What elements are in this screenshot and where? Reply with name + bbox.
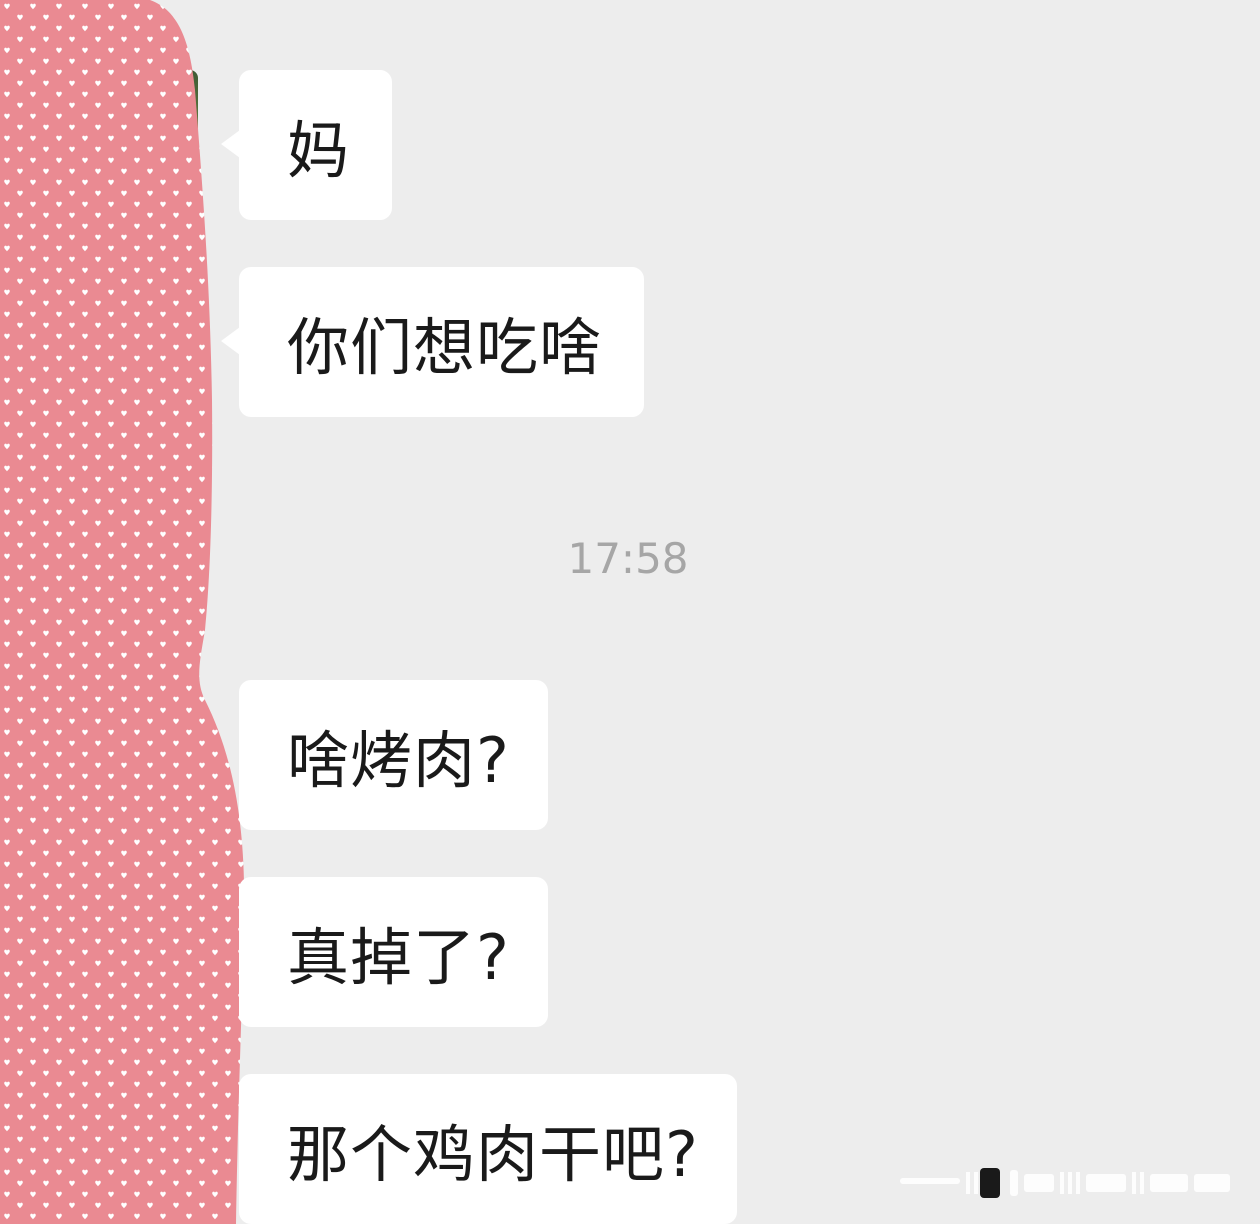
message-bubble[interactable]: 那个鸡肉干吧? [239, 1074, 737, 1224]
message-text: 啥烤肉? [287, 724, 510, 797]
message-text: 真掉了? [287, 921, 510, 994]
message-bubble[interactable]: 你们想吃啥 [221, 267, 644, 417]
message-timestamp: 17:58 [0, 534, 1260, 583]
message-text: 那个鸡肉干吧? [287, 1118, 699, 1191]
timestamp-text: 17:58 [567, 534, 689, 583]
chat-area: 妈 你们想吃啥 17:58 啥烤肉? 真掉了? 那个鸡肉干吧? [0, 0, 1260, 1224]
message-text: 妈 [287, 114, 351, 187]
privacy-mask [0, 0, 245, 1224]
bubble-tail [221, 130, 240, 158]
message-bubble[interactable]: 真掉了? [239, 877, 548, 1027]
message-bubble[interactable]: 啥烤肉? [239, 680, 548, 830]
bubble-tail [221, 327, 240, 355]
watermark-graphic [900, 1168, 1230, 1198]
message-text: 你们想吃啥 [287, 311, 603, 384]
message-bubble[interactable]: 妈 [221, 70, 392, 220]
